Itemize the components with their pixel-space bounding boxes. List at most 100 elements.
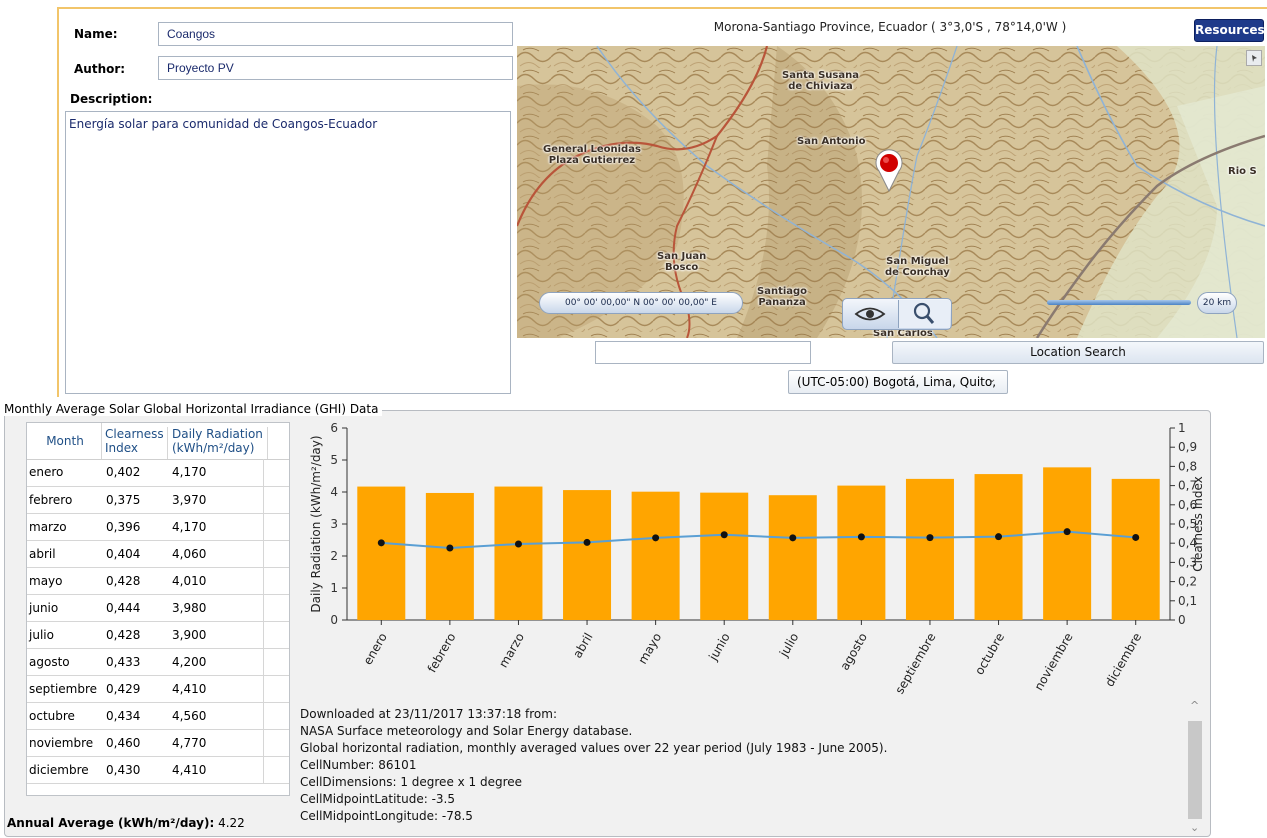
map-label-rio: Rio S	[1228, 166, 1257, 177]
bar	[357, 486, 406, 620]
row-filler	[262, 513, 289, 541]
table-row[interactable]: julio 0,428 3,900	[27, 621, 289, 649]
column-header-daily-radiation[interactable]: Daily Radiation (kWh/m²/day)	[168, 427, 268, 459]
log-line: Global horizontal radiation, monthly ave…	[300, 741, 888, 755]
scale-label: 20 km	[1197, 292, 1237, 314]
timezone-select[interactable]: (UTC-05:00) Bogotá, Lima, Quito, ⌄	[788, 370, 1008, 394]
table-row[interactable]: diciembre 0,430 4,410	[27, 756, 289, 784]
row-filler	[262, 729, 289, 757]
month-cell: julio	[27, 621, 102, 649]
map-view-button[interactable]	[845, 301, 895, 327]
map-label-san-juan: San Juan Bosco	[657, 251, 707, 273]
clearness-cell: 0,444	[102, 594, 168, 622]
x-tick-label: octubre	[972, 631, 1007, 678]
row-filler	[262, 567, 289, 595]
y-axis-title-left: Daily Radiation (kWh/m²/day)	[309, 435, 323, 612]
x-tick-label: diciembre	[1102, 631, 1144, 690]
x-tick-label: febrero	[425, 631, 459, 675]
clearness-line	[381, 530, 1136, 550]
column-header-month[interactable]: Month	[29, 423, 102, 459]
x-tick-label: noviembre	[1032, 631, 1076, 694]
month-cell: marzo	[27, 513, 102, 541]
y-tick-label-left: 5	[330, 453, 338, 467]
scroll-up-icon[interactable]: ^	[1190, 699, 1199, 712]
month-rows: enero 0,402 4,170 febrero 0,375 3,970 marzo 0,3…	[27, 459, 289, 784]
y-tick-label-right: 0,9	[1178, 440, 1197, 454]
table-body: enero 0,402 4,170 febrero 0,375 3,970 marzo 0,3…	[27, 459, 289, 784]
month-cell: junio	[27, 594, 102, 622]
table-row[interactable]: abril 0,404 4,060	[27, 540, 289, 568]
clearness-point	[720, 531, 728, 539]
y-tick-label-left: 1	[330, 581, 338, 595]
row-filler	[262, 459, 289, 487]
month-cell: noviembre	[27, 729, 102, 757]
table-row[interactable]: febrero 0,375 3,970	[27, 486, 289, 514]
y-tick-label-left: 6	[330, 421, 338, 435]
radiation-cell: 4,170	[168, 513, 263, 541]
bar	[837, 485, 886, 620]
table-row[interactable]: enero 0,402 4,170	[27, 459, 289, 487]
magnifier-icon	[913, 302, 935, 324]
radiation-cell: 4,170	[168, 459, 263, 487]
clearness-cell: 0,402	[102, 459, 168, 487]
table-row[interactable]: marzo 0,396 4,170	[27, 513, 289, 541]
map-search-tool-button[interactable]	[898, 300, 950, 328]
map-label-san-miguel: San Miguel de Conchay	[885, 256, 950, 278]
clearness-cell: 0,375	[102, 486, 168, 514]
month-cell: mayo	[27, 567, 102, 595]
clearness-point	[1132, 533, 1140, 541]
y-tick-label-right: 0,1	[1178, 594, 1197, 608]
coordinates-display: 00° 00' 00,00" N 00° 00' 00,00" E	[539, 292, 743, 314]
map-corner-button[interactable]	[1246, 50, 1262, 66]
clearness-cell: 0,404	[102, 540, 168, 568]
clearness-cell: 0,428	[102, 621, 168, 649]
table-row[interactable]: noviembre 0,460 4,770	[27, 729, 289, 757]
x-tick-label: enero	[361, 631, 390, 668]
table-row[interactable]: mayo 0,428 4,010	[27, 567, 289, 595]
annual-average: Annual Average (kWh/m²/day): 4.22	[7, 816, 245, 830]
monthly-table[interactable]: Month Clearness Index Daily Radiation (k…	[26, 422, 290, 796]
x-tick-label: junio	[706, 631, 733, 664]
name-field[interactable]	[158, 22, 513, 46]
location-search-input[interactable]	[595, 341, 811, 364]
x-tick-label: abril	[570, 631, 595, 661]
name-label: Name:	[74, 27, 118, 41]
bar	[974, 474, 1023, 620]
author-field[interactable]	[158, 56, 513, 80]
table-header: Month Clearness Index Daily Radiation (k…	[27, 423, 289, 460]
row-filler	[262, 702, 289, 730]
row-filler	[262, 594, 289, 622]
month-cell: enero	[27, 459, 102, 487]
map-label-san-antonio: San Antonio	[797, 136, 866, 147]
month-cell: febrero	[27, 486, 102, 514]
bar	[905, 478, 954, 620]
clearness-point	[789, 534, 797, 542]
x-tick-label: julio	[776, 631, 801, 660]
map-tool-group	[842, 298, 952, 330]
map-label-general-leonidas: General Leonidas Plaza Gutierrez	[543, 144, 641, 166]
scrollbar-thumb[interactable]	[1188, 721, 1202, 819]
table-row[interactable]: octubre 0,434 4,560	[27, 702, 289, 730]
resources-button[interactable]: Resources	[1194, 19, 1265, 42]
table-row[interactable]: septiembre 0,429 4,410	[27, 675, 289, 703]
location-search-button[interactable]: Location Search	[892, 341, 1264, 364]
row-filler	[262, 621, 289, 649]
description-field[interactable]: Energía solar para comunidad de Coangos-…	[65, 111, 511, 394]
map-view[interactable]: Santa Susana de Chiviaza San Antonio Gen…	[517, 46, 1265, 338]
clearness-cell: 0,430	[102, 756, 168, 784]
y-tick-label-right: 1	[1178, 421, 1186, 435]
radiation-cell: 4,410	[168, 756, 263, 784]
map-label-santiago: Santiago Pananza	[757, 286, 808, 308]
scroll-down-icon[interactable]: ⌄	[1190, 821, 1199, 834]
table-row[interactable]: agosto 0,433 4,200	[27, 648, 289, 676]
row-filler	[262, 540, 289, 568]
table-row[interactable]: junio 0,444 3,980	[27, 594, 289, 622]
clearness-cell: 0,434	[102, 702, 168, 730]
log-line: CellMidpointLongitude: -78.5	[300, 809, 473, 823]
x-tick-label: agosto	[838, 631, 870, 673]
clearness-point	[995, 533, 1003, 541]
bar	[700, 492, 749, 620]
column-header-clearness-index[interactable]: Clearness Index	[102, 427, 168, 459]
log-scrollbar[interactable]: ^ ⌄	[1186, 697, 1204, 835]
author-label: Author:	[74, 62, 126, 76]
